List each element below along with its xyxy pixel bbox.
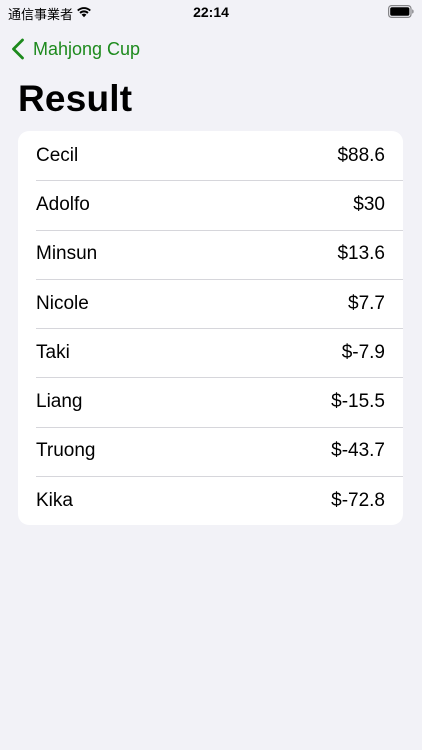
chevron-left-icon [12, 38, 24, 60]
status-bar: 通信事業者 22:14 [0, 0, 422, 26]
player-amount: $88.6 [337, 144, 385, 166]
player-amount: $-15.5 [331, 391, 385, 413]
result-row-nicole[interactable]: Nicole $7.7 [18, 278, 403, 328]
page-title: Result [18, 78, 133, 119]
result-row-minsun[interactable]: Minsun $13.6 [18, 229, 403, 279]
player-name: Cecil [36, 144, 79, 166]
battery-icon [388, 5, 414, 18]
player-name: Liang [36, 391, 83, 413]
player-name: Nicole [36, 292, 89, 314]
player-name: Minsun [36, 243, 98, 265]
result-row-liang[interactable]: Liang $-15.5 [18, 377, 403, 426]
result-row-kika[interactable]: Kika $-72.8 [18, 476, 403, 525]
player-name: Taki [36, 341, 70, 363]
back-button[interactable]: Mahjong Cup [10, 36, 140, 62]
status-time: 22:14 [193, 4, 229, 20]
player-amount: $-7.9 [341, 341, 385, 363]
back-button-label: Mahjong Cup [33, 38, 141, 59]
result-row-adolfo[interactable]: Adolfo $30 [18, 180, 403, 229]
result-list: Cecil $88.6 Adolfo $30 Minsun $13.6 Nico… [18, 131, 403, 526]
player-amount: $7.7 [348, 292, 385, 314]
result-row-truong[interactable]: Truong $-43.7 [18, 426, 403, 476]
player-name: Kika [36, 489, 73, 511]
player-name: Adolfo [36, 193, 90, 215]
result-row-taki[interactable]: Taki $-7.9 [18, 328, 403, 377]
player-amount: $30 [353, 193, 385, 215]
result-row-cecil[interactable]: Cecil $88.6 [18, 131, 403, 180]
player-name: Truong [36, 440, 96, 462]
player-amount: $13.6 [337, 243, 385, 265]
player-amount: $-72.8 [331, 489, 385, 511]
player-amount: $-43.7 [331, 440, 385, 462]
